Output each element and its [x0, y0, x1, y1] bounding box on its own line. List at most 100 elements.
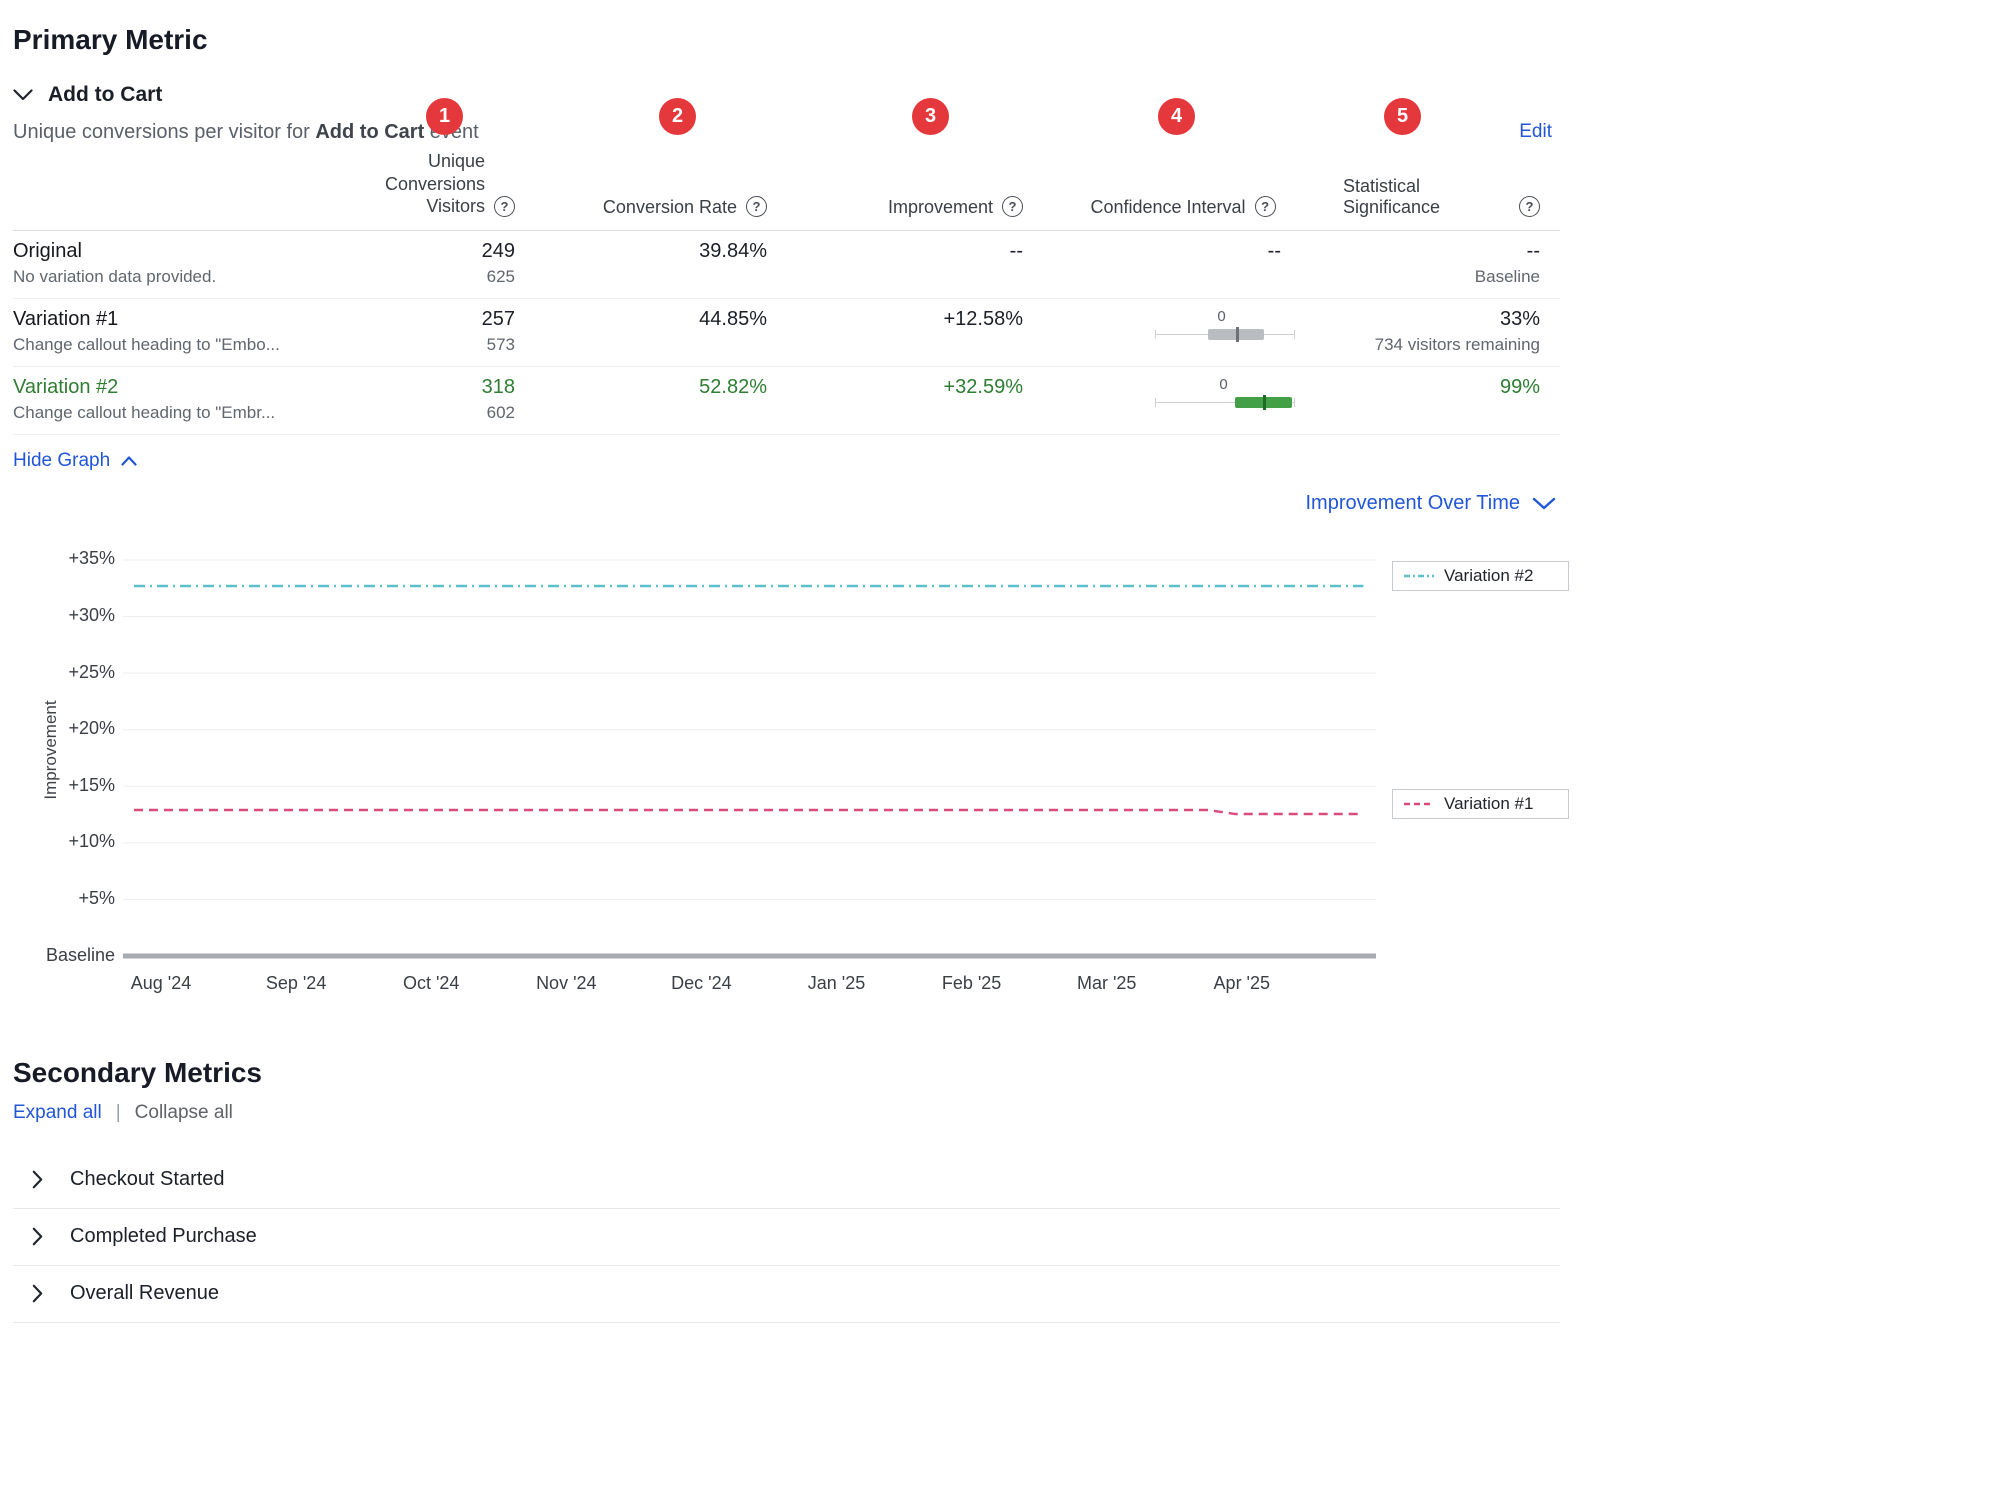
- secondary-metrics-list: Checkout Started Completed Purchase Over…: [13, 1152, 1560, 1323]
- variation-name: Variation #2: [13, 376, 393, 399]
- conversions-value: 318: [393, 376, 515, 399]
- annotation-badge-2: 2: [659, 98, 696, 135]
- variation-name-cell: Original No variation data provided.: [13, 240, 393, 287]
- chevron-up-icon[interactable]: [121, 456, 137, 466]
- improvement-cell: --: [767, 240, 1023, 287]
- chevron-down-icon[interactable]: [1532, 497, 1556, 510]
- x-axis-tick-label: Apr '25: [1187, 973, 1297, 994]
- x-axis-tick-label: Nov '24: [511, 973, 621, 994]
- visitors-value: 573: [393, 335, 515, 355]
- table-row-original: Original No variation data provided. 249…: [13, 231, 1560, 299]
- y-axis: Baseline+5%+10%+15%+20%+25%+30%+35%: [13, 543, 115, 959]
- x-axis: Aug '24Sep '24Oct '24Nov '24Dec '24Jan '…: [123, 973, 1376, 999]
- visitors-value: 602: [393, 403, 515, 423]
- significance-value: 99%: [1343, 376, 1540, 399]
- secondary-metric-label: Checkout Started: [70, 1168, 225, 1191]
- conversions-cell: 318 602: [393, 376, 515, 423]
- series-line-variation-1: [134, 810, 1363, 814]
- conversion-rate-cell: 44.85%: [515, 308, 767, 355]
- help-icon[interactable]: ?: [1519, 196, 1540, 217]
- metric-description-row: Unique conversions per visitor for Add t…: [13, 121, 1560, 144]
- confidence-interval-cell: 0: [1023, 308, 1343, 355]
- column-header-conversions: Unique Conversions Visitors ?: [393, 150, 515, 218]
- conversion-rate-header-label: Conversion Rate: [603, 197, 737, 218]
- x-axis-tick-label: Mar '25: [1052, 973, 1162, 994]
- legend-label: Variation #1: [1444, 794, 1533, 814]
- ci-median-tick: [1236, 327, 1239, 342]
- chart-metric-selector[interactable]: Improvement Over Time: [13, 492, 1560, 515]
- hide-graph-label[interactable]: Hide Graph: [13, 450, 110, 472]
- secondary-metrics-title: Secondary Metrics: [13, 1057, 1560, 1089]
- chart-selector-label[interactable]: Improvement Over Time: [1305, 492, 1520, 515]
- hide-graph-toggle[interactable]: Hide Graph: [13, 450, 137, 472]
- conversions-value: 257: [393, 308, 515, 331]
- x-axis-tick-label: Dec '24: [646, 973, 756, 994]
- column-header-confidence-interval: Confidence Interval ?: [1023, 196, 1343, 218]
- table-row-variation-2: Variation #2 Change callout heading to "…: [13, 367, 1560, 435]
- ci-track-cap: [1155, 398, 1156, 407]
- ci-track-cap: [1294, 398, 1295, 407]
- statistical-significance-header-label: Statistical Significance: [1343, 176, 1510, 218]
- column-header-improvement: Improvement ?: [767, 196, 1023, 218]
- improvement-header-label: Improvement: [888, 197, 993, 218]
- y-axis-tick-label: +30%: [68, 605, 115, 626]
- column-header-statistical-significance: Statistical Significance ?: [1343, 176, 1560, 218]
- y-axis-tick-label: +15%: [68, 775, 115, 796]
- help-icon[interactable]: ?: [1002, 196, 1023, 217]
- visitors-value: 625: [393, 267, 515, 287]
- chevron-right-icon: [32, 1170, 43, 1189]
- help-icon[interactable]: ?: [746, 196, 767, 217]
- conversion-rate-cell: 39.84%: [515, 240, 767, 287]
- conversions-value: 249: [393, 240, 515, 263]
- legend-item: Variation #2: [1392, 561, 1569, 591]
- chevron-down-icon[interactable]: [13, 89, 33, 101]
- edit-button[interactable]: Edit: [1519, 121, 1552, 143]
- description-prefix: Unique conversions per visitor for: [13, 121, 315, 143]
- secondary-metric-checkout-started[interactable]: Checkout Started: [13, 1152, 1560, 1209]
- table-header-row: Unique Conversions Visitors ? Conversion…: [13, 150, 1560, 231]
- annotation-badge-3: 3: [912, 98, 949, 135]
- column-header-conversion-rate: Conversion Rate ?: [515, 196, 767, 218]
- help-icon[interactable]: ?: [494, 196, 515, 217]
- description-event-name: Add to Cart: [315, 121, 424, 143]
- variation-subtitle: No variation data provided.: [13, 267, 393, 287]
- y-axis-tick-label: +10%: [68, 831, 115, 852]
- confidence-interval-header-label: Confidence Interval: [1090, 197, 1245, 218]
- results-table: Unique Conversions Visitors ? Conversion…: [13, 150, 1560, 435]
- legend-item: Variation #1: [1392, 789, 1569, 819]
- chevron-right-icon: [32, 1227, 43, 1246]
- metric-header[interactable]: Add to Cart: [13, 83, 1560, 107]
- y-axis-tick-label: +5%: [78, 888, 115, 909]
- secondary-metric-completed-purchase[interactable]: Completed Purchase: [13, 1209, 1560, 1266]
- metric-description: Unique conversions per visitor for Add t…: [13, 121, 479, 144]
- variation-subtitle: Change callout heading to "Embo...: [13, 335, 393, 355]
- page-title: Primary Metric: [13, 24, 1560, 56]
- variation-name-cell: Variation #1 Change callout heading to "…: [13, 308, 393, 355]
- ci-zero-label: 0: [1219, 376, 1227, 393]
- y-axis-tick-label: +20%: [68, 718, 115, 739]
- significance-value: 33%: [1343, 308, 1540, 331]
- improvement-value: +32.59%: [767, 376, 1023, 399]
- ci-track-cap: [1294, 330, 1295, 339]
- y-axis-tick-label: Baseline: [46, 945, 115, 966]
- chevron-right-icon: [32, 1284, 43, 1303]
- help-icon[interactable]: ?: [1255, 196, 1276, 217]
- confidence-interval-widget: 0: [1155, 376, 1295, 418]
- annotation-badge-5: 5: [1384, 98, 1421, 135]
- legend-line-sample: [1404, 801, 1434, 807]
- secondary-metric-overall-revenue[interactable]: Overall Revenue: [13, 1266, 1560, 1323]
- expand-all-button[interactable]: Expand all: [13, 1102, 102, 1124]
- improvement-cell: +32.59%: [767, 376, 1023, 423]
- secondary-metric-label: Completed Purchase: [70, 1225, 257, 1248]
- expand-collapse-controls: Expand all | Collapse all: [13, 1102, 1560, 1124]
- secondary-metric-label: Overall Revenue: [70, 1282, 219, 1305]
- significance-value: --: [1343, 240, 1540, 263]
- ci-track-cap: [1155, 330, 1156, 339]
- significance-cell: -- Baseline: [1343, 240, 1560, 287]
- conversions-cell: 257 573: [393, 308, 515, 355]
- x-axis-tick-label: Aug '24: [106, 973, 216, 994]
- collapse-all-button[interactable]: Collapse all: [135, 1102, 233, 1124]
- variation-name: Variation #1: [13, 308, 393, 331]
- y-axis-tick-label: +25%: [68, 662, 115, 683]
- y-axis-tick-label: +35%: [68, 548, 115, 569]
